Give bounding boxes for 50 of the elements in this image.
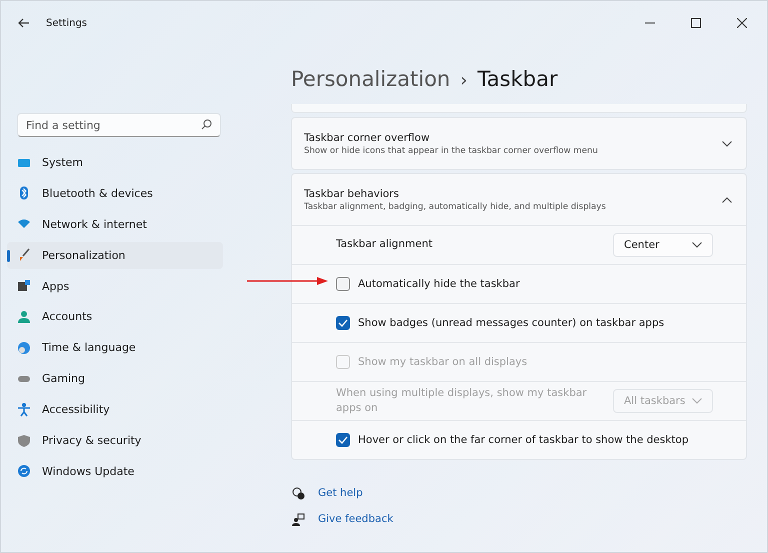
sidebar-item[interactable]: Accounts <box>7 303 223 330</box>
sidebar-item[interactable]: Network & internet <box>7 210 223 238</box>
window-title: Settings <box>46 18 88 28</box>
feedback-icon <box>292 512 305 526</box>
sidebar-item[interactable]: Gaming <box>7 365 223 392</box>
chevron-down-icon <box>692 242 702 248</box>
expander-header[interactable]: Taskbar behaviors Taskbar alignment, badging, automatically hide, and multiple displays <box>292 174 746 225</box>
sidebar-item[interactable]: Accessibility <box>7 396 223 424</box>
person-icon <box>17 310 31 324</box>
sidebar-item[interactable]: Bluetooth & devices <box>7 180 223 207</box>
maximize-icon[interactable] <box>691 18 701 28</box>
search-field[interactable]: Find a setting <box>17 113 221 137</box>
sidebar-item[interactable]: Privacy & security <box>7 427 223 454</box>
setting-label: When using multiple displays, show my taskbar apps on <box>336 386 588 416</box>
brush-icon <box>17 248 31 262</box>
section-description: Show or hide icons that appear in the taskbar corner overflow menu <box>304 146 599 156</box>
shield-icon <box>17 434 31 448</box>
sidebar-item[interactable]: Apps <box>7 272 223 300</box>
breadcrumb-separator: › <box>460 70 468 91</box>
breadcrumb-parent[interactable]: Personalization <box>291 67 450 91</box>
chevron-down-icon <box>722 140 732 146</box>
expander-header[interactable]: Taskbar corner overflow Show or hide icons that appear in the taskbar corner overflow menu <box>292 118 746 169</box>
apps-icon <box>17 279 31 294</box>
checkbox[interactable] <box>336 316 350 330</box>
help-link[interactable]: Give feedback <box>318 513 394 525</box>
sidebar-item[interactable]: Time & language <box>7 334 223 362</box>
bluetooth-icon <box>17 186 31 200</box>
checkbox-label: Show my taskbar on all displays <box>358 356 528 368</box>
person-icon <box>17 402 31 417</box>
page-title: Taskbar <box>477 67 558 91</box>
checkbox-label: Hover or click on the far corner of taskbar to show the desktop <box>358 434 689 446</box>
dropdown[interactable]: Center <box>613 233 713 257</box>
section-description: Taskbar alignment, badging, automatically hide, and multiple displays <box>304 202 607 212</box>
sidebar-item[interactable]: Personalization <box>7 242 223 269</box>
help-link[interactable]: Get help <box>318 487 363 499</box>
search-icon <box>201 119 212 130</box>
setting-label: Taskbar alignment <box>336 237 434 252</box>
section-title: Taskbar corner overflow <box>304 132 431 144</box>
sidebar-item[interactable]: Windows Update <box>7 458 223 485</box>
close-icon[interactable] <box>737 18 747 28</box>
refresh-icon <box>17 464 31 478</box>
back-arrow-icon[interactable] <box>18 18 30 28</box>
chevron-down-icon <box>692 398 702 404</box>
checkbox-label: Show badges (unread messages counter) on taskbar apps <box>358 317 664 329</box>
section-title: Taskbar behaviors <box>304 188 400 200</box>
sidebar-item[interactable]: System <box>7 149 223 176</box>
checkbox[interactable] <box>336 277 350 291</box>
checkbox-label: Automatically hide the taskbar <box>358 278 520 290</box>
checkbox[interactable] <box>336 433 350 447</box>
chevron-up-icon <box>722 196 732 202</box>
